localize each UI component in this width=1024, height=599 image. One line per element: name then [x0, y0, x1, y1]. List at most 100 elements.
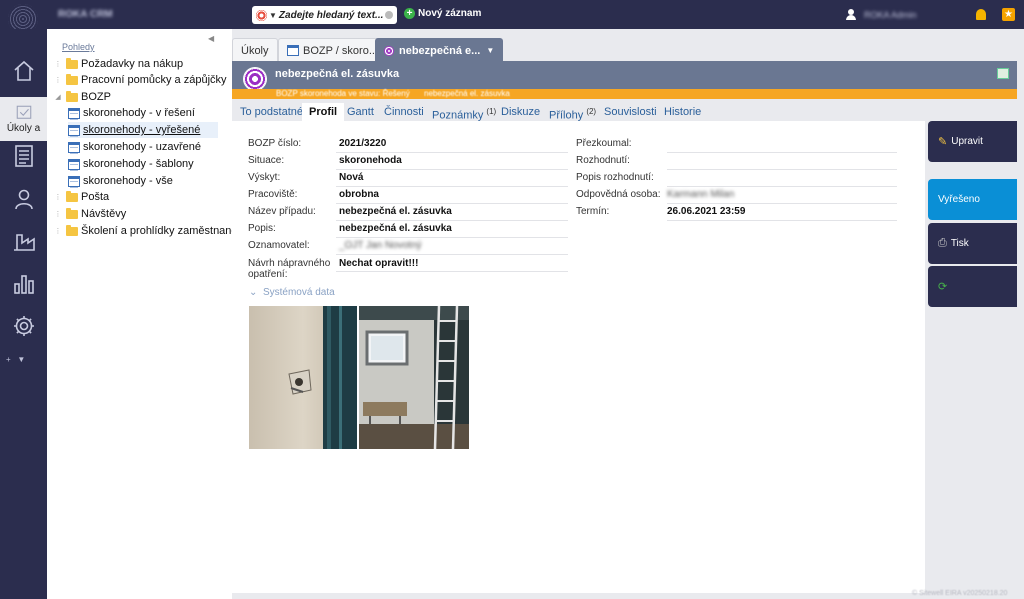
tab-label: BOZP / skoro... [303, 44, 378, 57]
tree-item-near-miss-resolved[interactable]: skoronehody - vyřešené [68, 122, 218, 138]
photo-image [249, 306, 357, 449]
field-reviewed-by: Přezkoumal: [576, 136, 897, 153]
global-search[interactable]: ▼ Zadejte hledaný text... [252, 6, 397, 24]
bell-icon[interactable] [976, 9, 986, 20]
pencil-icon: ✎ [938, 136, 948, 148]
field-divider [336, 271, 568, 272]
left-rail: Úkoly a + ▼ [0, 29, 47, 599]
subtab-label: Poznámky [432, 109, 484, 122]
tree-expander[interactable]: ⋮ [54, 210, 62, 218]
subtab-relations[interactable]: Souvislosti [604, 103, 657, 121]
export-icon[interactable] [997, 68, 1009, 79]
tree-item-purchase-requests[interactable]: ⋮ Požadavky na nákup [54, 56, 183, 72]
subtab-attachments[interactable]: Přílohy (2) [549, 103, 597, 122]
tree-item-mail[interactable]: ⋮ Pošta [54, 189, 109, 205]
attachments-count: (2) [586, 107, 597, 116]
star-icon[interactable]: ★ [1002, 8, 1015, 21]
folder-icon [66, 90, 78, 102]
field-label: Návrh nápravného [248, 258, 331, 269]
tree-item-label: Požadavky na nákup [81, 58, 184, 70]
tree-item-near-miss-templates[interactable]: skoronehody - šablony [68, 156, 194, 172]
tree-expander[interactable]: ◢ [54, 93, 62, 101]
field-label: Popis: [248, 223, 276, 234]
attachment-photo-room[interactable] [359, 306, 469, 449]
chevron-down-icon[interactable]: ▼ [486, 46, 494, 55]
user-menu[interactable]: ROKA Admin [846, 9, 917, 20]
grid-view-icon [68, 141, 80, 154]
target-icon [384, 45, 394, 56]
tree-item-near-miss-all[interactable]: skoronehody - vše [68, 173, 173, 189]
field-value[interactable]: _OJT Jan Novotný [339, 240, 422, 251]
subtab-activities[interactable]: Činnosti [384, 103, 424, 121]
field-description: Popis: nebezpečná el. zásuvka [248, 221, 568, 238]
attachment-photo-socket[interactable] [249, 306, 357, 449]
home-icon [13, 60, 34, 81]
tree-expander[interactable]: ⋮ [54, 193, 62, 201]
search-input[interactable]: Zadejte hledaný text... [279, 10, 383, 21]
field-deadline: Termín: 26.06.2021 23:59 [576, 204, 897, 221]
plus-icon: + [404, 8, 415, 19]
target-icon [244, 68, 266, 90]
tab-bozp-list[interactable]: BOZP / skoro... [278, 38, 387, 62]
subtab-discussion[interactable]: Diskuze [501, 103, 540, 121]
field-label: Termín: [576, 206, 610, 217]
rail-contacts[interactable] [0, 177, 47, 221]
subtab-notes[interactable]: Poznámky (1) [432, 103, 496, 122]
field-value: Nechat opravit!!! [339, 258, 419, 269]
field-value: 2021/3220 [339, 138, 387, 149]
field-corrective-action: Návrh nápravného opatření: Nechat opravi… [248, 256, 568, 282]
new-record-label: Nový záznam [418, 8, 482, 19]
record-status-bar: BOZP skoronehoda ve stavu: Řešený nebezp… [232, 89, 1017, 99]
tree-heading[interactable]: Pohledy [62, 42, 95, 52]
app-title: ROKA CRM [58, 9, 113, 20]
field-value[interactable]: Karmann Milan [667, 189, 734, 200]
tree-item-label: Školení a prohlídky zaměstnanců [81, 225, 244, 237]
system-data-label: Systémová data [262, 287, 335, 298]
field-label: Odpovědná osoba: [576, 189, 661, 200]
target-icon[interactable] [256, 9, 267, 21]
tree-item-label: skoronehody - uzavřené [83, 141, 202, 153]
subtab-history[interactable]: Historie [664, 103, 701, 121]
rail-home[interactable] [0, 49, 47, 93]
rail-reports[interactable] [0, 262, 47, 306]
tree-item-near-miss-closed[interactable]: skoronehody - uzavřené [68, 139, 201, 155]
chevron-down-icon[interactable]: ▼ [269, 11, 277, 20]
subtab-profile[interactable]: Profil [302, 103, 345, 121]
tree-expander[interactable]: ⋮ [54, 60, 62, 68]
action-panel: ✎ Upravit Vyřešeno ⎙ Tisk ⟳ [925, 121, 1024, 593]
tree-item-training[interactable]: ⋮ Školení a prohlídky zaměstnanců [54, 223, 243, 239]
tab-record[interactable]: nebezpečná e... ▼ [375, 38, 504, 62]
subtab-gantt[interactable]: Gantt [347, 103, 374, 121]
system-data-toggle[interactable]: ⌄ Systémová data [249, 287, 335, 298]
tree-item-visits[interactable]: ⋮ Návštěvy [54, 206, 126, 222]
clear-search-icon[interactable] [385, 11, 393, 19]
print-button[interactable]: ⎙ Tisk [928, 223, 1017, 264]
rail-production[interactable] [0, 219, 47, 263]
field-situation: Situace: skoronehoda [248, 153, 568, 170]
tree-item-near-miss-open[interactable]: skoronehody - v řešení [68, 105, 195, 121]
resolved-label: Vyřešeno [938, 194, 980, 205]
tree-expander[interactable]: ⋮ [54, 76, 62, 84]
grid-view-icon [68, 158, 80, 171]
new-record-button[interactable]: + Nový záznam [404, 8, 481, 19]
resolved-button[interactable]: Vyřešeno [928, 179, 1017, 220]
rail-more[interactable]: + ▼ [6, 355, 25, 364]
collapse-panel-icon[interactable]: ◀ [208, 34, 214, 43]
edit-button[interactable]: ✎ Upravit [928, 121, 1017, 162]
rail-settings[interactable] [0, 304, 47, 348]
top-bar: ROKA CRM ▼ Zadejte hledaný text... + Nov… [0, 0, 1024, 34]
field-label: Situace: [248, 155, 285, 166]
photo-image [359, 306, 469, 449]
field-value: nebezpečná el. zásuvka [339, 223, 452, 234]
tab-bar: Úkoly BOZP / skoro... nebezpečná e... ▼ [232, 29, 1024, 62]
tab-tasks[interactable]: Úkoly [232, 38, 278, 62]
tree-item-work-aids[interactable]: ⋮ Pracovní pomůcky a zápůjčky [54, 72, 227, 88]
refresh-button[interactable]: ⟳ [928, 266, 1017, 307]
record-subtabs: To podstatné Profil Gantt Činnosti Pozná… [232, 103, 1017, 122]
tree-expander[interactable]: ⋮ [54, 227, 62, 235]
grid-view-icon [68, 175, 80, 188]
rail-documents[interactable] [0, 134, 47, 178]
tree-item-bozp[interactable]: ◢ BOZP [54, 89, 111, 105]
subtab-essentials[interactable]: To podstatné [240, 103, 303, 121]
chevron-down-icon: ⌄ [249, 287, 258, 298]
